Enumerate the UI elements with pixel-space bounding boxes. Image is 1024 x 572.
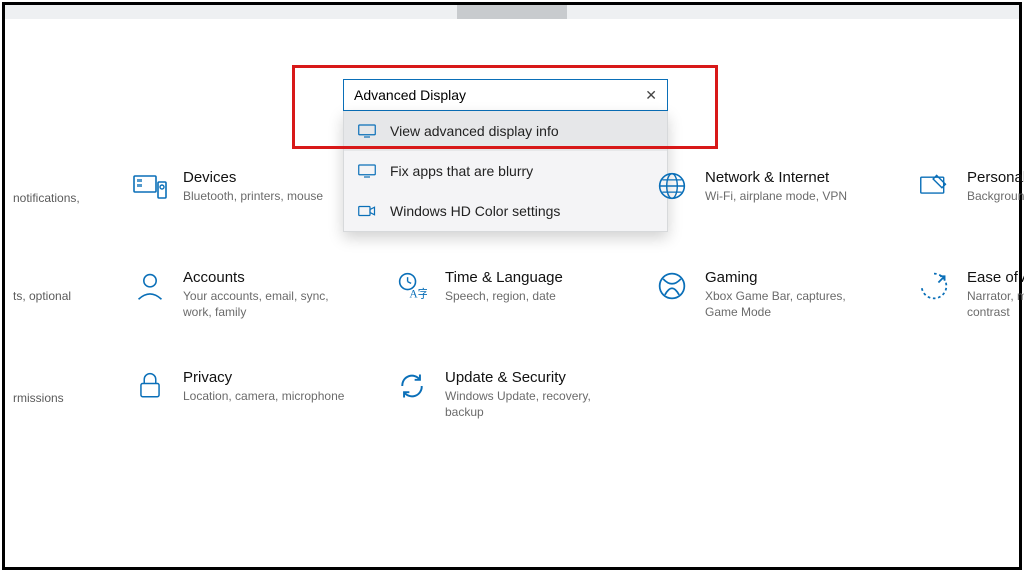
left-partial-apps-sub: ts, optional bbox=[13, 289, 93, 305]
tile-sub: Xbox Game Bar, captures, Game Mode bbox=[705, 288, 875, 320]
titlebar-grey-block bbox=[457, 5, 567, 19]
time-language-icon: A字 bbox=[395, 269, 429, 303]
tile-title: Gaming bbox=[705, 269, 875, 286]
lock-icon bbox=[133, 369, 167, 403]
suggestion-hd-color-settings[interactable]: Windows HD Color settings bbox=[344, 191, 667, 231]
monitor-icon bbox=[358, 124, 376, 138]
xbox-icon bbox=[655, 269, 689, 303]
sync-icon bbox=[395, 369, 429, 403]
tile-gaming[interactable]: Gaming Xbox Game Bar, captures, Game Mod… bbox=[655, 269, 905, 320]
search-input-row[interactable]: ✕ bbox=[343, 79, 668, 111]
tile-title: Devices bbox=[183, 169, 323, 186]
tile-sub: Speech, region, date bbox=[445, 288, 563, 304]
tile-update-security[interactable]: Update & Security Windows Update, recove… bbox=[395, 369, 645, 420]
tile-sub: Location, camera, microphone bbox=[183, 388, 344, 404]
tile-title: Personaliz bbox=[967, 169, 1024, 186]
left-partial-search-sub: rmissions bbox=[13, 391, 93, 407]
tile-title: Ease of A bbox=[967, 269, 1024, 286]
tile-privacy[interactable]: Privacy Location, camera, microphone bbox=[133, 369, 383, 404]
tile-sub: Bluetooth, printers, mouse bbox=[183, 188, 323, 204]
tile-sub: Windows Update, recovery, backup bbox=[445, 388, 615, 420]
settings-search: ✕ View advanced display info Fix apps th… bbox=[343, 79, 668, 232]
devices-icon bbox=[133, 169, 167, 203]
window-frame: notifications, ts, optional rmissions ✕ … bbox=[2, 2, 1022, 570]
search-suggestions: View advanced display info Fix apps that… bbox=[343, 111, 668, 232]
suggestion-label: View advanced display info bbox=[390, 123, 559, 139]
tile-title: Time & Language bbox=[445, 269, 563, 286]
suggestion-view-advanced-display[interactable]: View advanced display info bbox=[344, 111, 667, 151]
left-partial-system-sub: notifications, bbox=[13, 191, 93, 207]
ease-of-access-icon bbox=[917, 269, 951, 303]
suggestion-fix-blurry-apps[interactable]: Fix apps that are blurry bbox=[344, 151, 667, 191]
tile-title: Privacy bbox=[183, 369, 344, 386]
tile-personalization[interactable]: Personaliz Backgroun bbox=[917, 169, 1024, 204]
tile-title: Network & Internet bbox=[705, 169, 847, 186]
tile-sub: Backgroun bbox=[967, 188, 1024, 204]
tile-sub: Your accounts, email, sync, work, family bbox=[183, 288, 353, 320]
person-icon bbox=[133, 269, 167, 303]
camera-icon bbox=[358, 204, 376, 218]
tile-sub: Narrator, m contrast bbox=[967, 288, 1024, 320]
tile-accounts[interactable]: Accounts Your accounts, email, sync, wor… bbox=[133, 269, 383, 320]
suggestion-label: Fix apps that are blurry bbox=[390, 163, 533, 179]
tile-ease-of-access[interactable]: Ease of A Narrator, m contrast bbox=[917, 269, 1024, 320]
tile-time-language[interactable]: A字 Time & Language Speech, region, date bbox=[395, 269, 645, 304]
tile-network[interactable]: Network & Internet Wi-Fi, airplane mode,… bbox=[655, 169, 905, 204]
search-input[interactable] bbox=[354, 87, 645, 103]
titlebar-strip bbox=[5, 5, 1019, 19]
tile-title: Accounts bbox=[183, 269, 353, 286]
paintbrush-icon bbox=[917, 169, 951, 203]
tile-devices[interactable]: Devices Bluetooth, printers, mouse bbox=[133, 169, 383, 204]
globe-icon bbox=[655, 169, 689, 203]
svg-text:A字: A字 bbox=[409, 286, 427, 300]
tile-title: Update & Security bbox=[445, 369, 615, 386]
suggestion-label: Windows HD Color settings bbox=[390, 203, 560, 219]
tile-sub: Wi-Fi, airplane mode, VPN bbox=[705, 188, 847, 204]
clear-icon[interactable]: ✕ bbox=[645, 87, 657, 104]
